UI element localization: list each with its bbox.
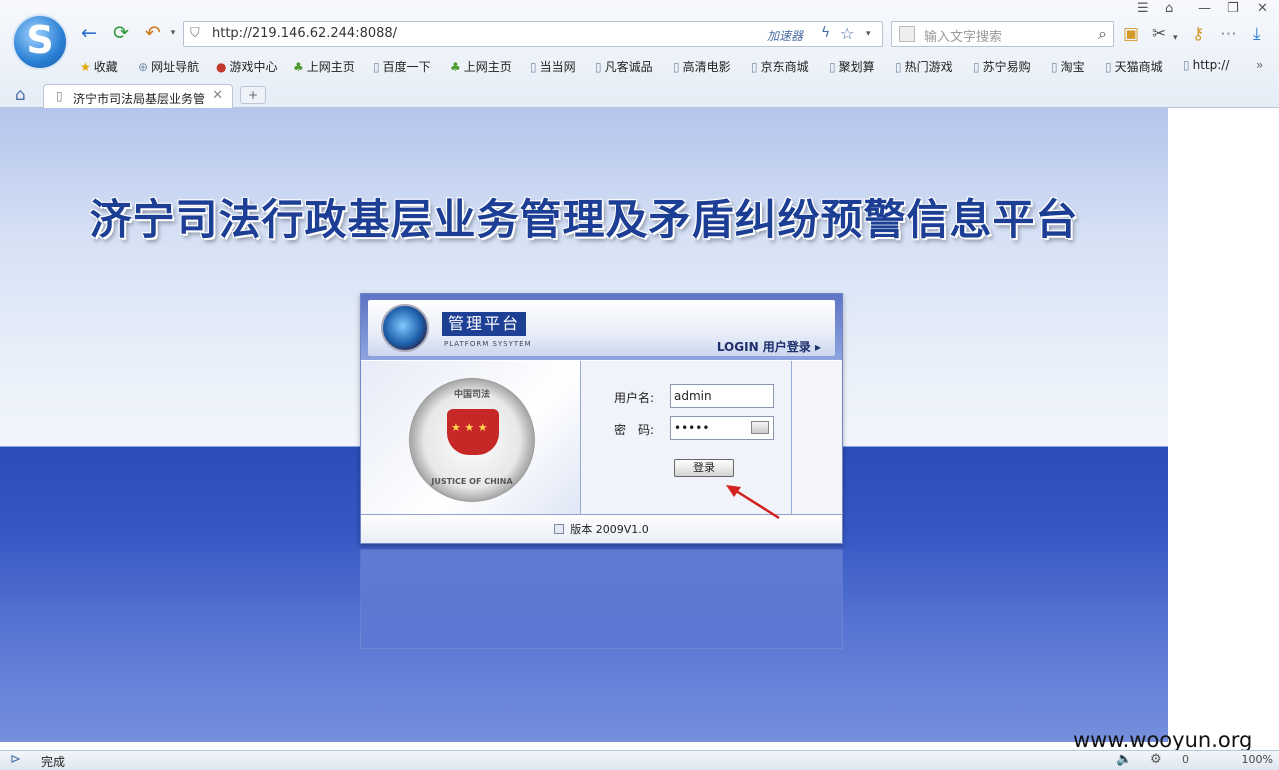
- block-count[interactable]: 0: [1182, 753, 1189, 766]
- undo-icon[interactable]: ↶: [142, 22, 164, 44]
- chevron-down-icon[interactable]: ▾: [866, 29, 871, 39]
- bookmarks-overflow-icon[interactable]: »: [1256, 58, 1263, 72]
- page-icon: ▯: [751, 60, 758, 74]
- minimize-icon[interactable]: —: [1198, 0, 1211, 18]
- page-icon: ▯: [673, 60, 680, 74]
- page-icon: ▯: [1051, 60, 1058, 74]
- page-icon: ▯: [895, 60, 902, 74]
- tab-active[interactable]: ▯ 济宁市司法局基层业务管 ✕: [43, 84, 233, 108]
- red-arrow-annotation: [726, 485, 780, 520]
- search-engine-icon[interactable]: [899, 26, 915, 42]
- bookmark-item[interactable]: ▯ 苏宁易购: [973, 58, 1031, 75]
- bookmark-item[interactable]: ▯ 天猫商城: [1105, 58, 1163, 75]
- sogou-browser-logo[interactable]: [12, 14, 68, 70]
- menu-icon[interactable]: ☰: [1137, 0, 1149, 18]
- sidebar-toggle-icon[interactable]: ⊳: [10, 752, 21, 767]
- bookmark-item[interactable]: ▯ 热门游戏: [895, 58, 953, 75]
- hao-icon: ♣: [450, 60, 461, 74]
- bookmark-item[interactable]: ● 游戏中心: [216, 58, 278, 75]
- bookmark-item[interactable]: ▯ 高清电影: [673, 58, 731, 75]
- more-icon[interactable]: ⋯: [1220, 24, 1237, 44]
- note-icon[interactable]: ▣: [1123, 24, 1139, 44]
- page-icon: ▯: [1105, 60, 1112, 74]
- speaker-icon[interactable]: 🔈: [1116, 752, 1132, 767]
- status-text: 完成: [41, 755, 66, 769]
- download-icon[interactable]: ⤓: [1253, 24, 1261, 44]
- key-icon[interactable]: ⚷: [1192, 24, 1204, 44]
- close-icon[interactable]: ✕: [1257, 0, 1268, 18]
- bookmark-item[interactable]: ▯ 百度一下: [373, 58, 431, 75]
- accelerator-label[interactable]: 加速器: [767, 27, 803, 44]
- status-bar: ⊳ 完成 🔈 ⚙ 0 100%: [0, 750, 1279, 770]
- home-icon[interactable]: ⌂: [15, 85, 26, 105]
- bookmark-item[interactable]: ▯ 聚划算: [829, 58, 875, 75]
- new-tab-button[interactable]: +: [240, 86, 266, 104]
- tab-title: 济宁市司法局基层业务管: [73, 92, 206, 106]
- url-text[interactable]: http://219.146.62.244:8088/: [212, 26, 397, 41]
- bookmark-item[interactable]: ▯ 京东商城: [751, 58, 809, 75]
- chevron-down-icon[interactable]: ▾: [1173, 28, 1178, 48]
- search-icon[interactable]: ⌕: [1098, 24, 1107, 44]
- lightning-icon[interactable]: ϟ: [821, 25, 830, 41]
- page-icon: ▯: [56, 89, 63, 103]
- tab-strip: ⌂ ▯ 济宁市司法局基层业务管 ✕ +: [0, 82, 1279, 108]
- back-arrow-icon[interactable]: ←: [78, 22, 100, 44]
- page-content: 济宁司法行政基层业务管理及矛盾纠纷预警信息平台 管理平台 PLATFORM SY…: [0, 108, 1168, 742]
- bookmark-item[interactable]: ⊕ 网址导航: [138, 58, 199, 75]
- close-tab-icon[interactable]: ✕: [212, 88, 223, 103]
- star-icon[interactable]: ☆: [840, 24, 854, 43]
- address-bar[interactable]: ⛉ http://219.146.62.244:8088/ 加速器 ϟ ☆ ▾: [183, 21, 883, 47]
- search-placeholder[interactable]: 输入文字搜索: [924, 26, 1002, 45]
- bookmark-item[interactable]: ▯ http://: [1183, 58, 1229, 72]
- page-icon: ▯: [829, 60, 836, 74]
- hao-icon: ♣: [293, 60, 304, 74]
- bookmark-item[interactable]: ▯ 凡客诚品: [595, 58, 653, 75]
- shield-icon: ⛉: [190, 26, 200, 41]
- skin-icon[interactable]: ⌂: [1165, 0, 1173, 18]
- bookmark-favorites[interactable]: ★ 收藏: [80, 58, 118, 75]
- refresh-icon[interactable]: ⟳: [110, 22, 132, 44]
- restore-icon[interactable]: ❐: [1227, 0, 1239, 18]
- search-box[interactable]: 输入文字搜索 ⌕: [891, 21, 1114, 47]
- page-icon: ▯: [973, 60, 980, 74]
- game-icon: ●: [216, 60, 227, 74]
- bookmark-item[interactable]: ▯ 当当网: [530, 58, 576, 75]
- watermark-text: www.wooyun.org: [1073, 728, 1253, 752]
- browser-chrome: ← ⟳ ↶ ▾ ⛉ http://219.146.62.244:8088/ 加速…: [0, 0, 1279, 108]
- bookmark-item[interactable]: ♣ 上网主页: [450, 58, 512, 75]
- scissors-icon[interactable]: ✂: [1152, 24, 1166, 44]
- star-icon: ★: [80, 60, 91, 74]
- page-icon: ▯: [1183, 58, 1190, 72]
- page-icon: ▯: [595, 60, 602, 74]
- bookmark-item[interactable]: ♣ 上网主页: [293, 58, 355, 75]
- chevron-down-icon[interactable]: ▾: [162, 22, 184, 44]
- page-icon: ▯: [373, 60, 380, 74]
- toolbox-icon[interactable]: ⚙: [1150, 752, 1162, 767]
- bookmark-item[interactable]: ▯ 淘宝: [1051, 58, 1085, 75]
- globe-icon: ⊕: [138, 60, 149, 74]
- page-icon: ▯: [530, 60, 537, 74]
- zoom-level[interactable]: 100%: [1242, 753, 1273, 766]
